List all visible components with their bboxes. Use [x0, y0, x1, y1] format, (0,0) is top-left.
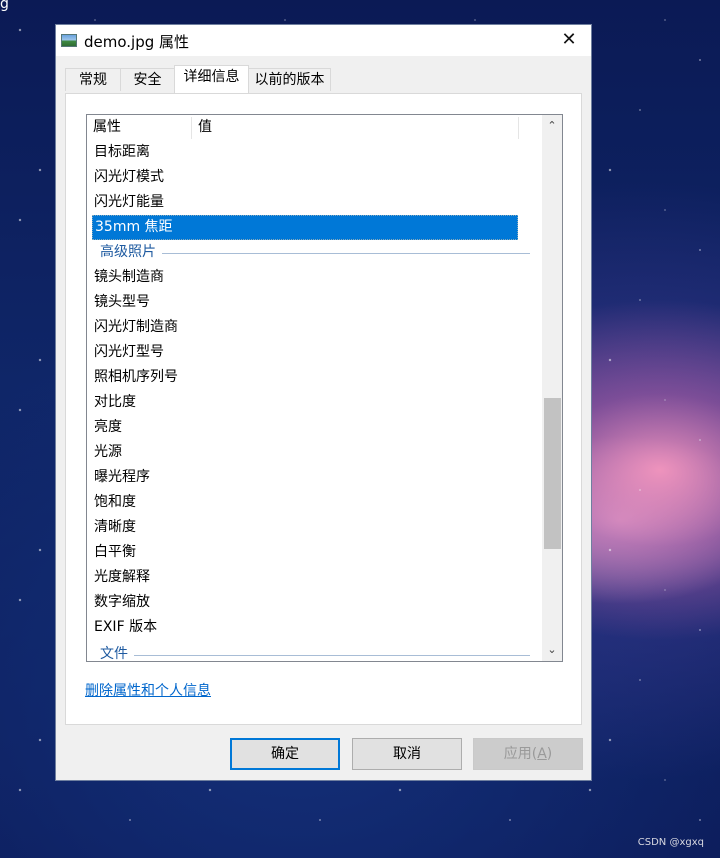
vertical-scrollbar[interactable]: ⌃ ⌄ [542, 115, 562, 661]
list-item[interactable]: 镜头制造商 [87, 265, 520, 290]
list-item[interactable]: 数字缩放 [87, 590, 520, 615]
close-button[interactable]: ✕ [547, 25, 591, 56]
list-rows: 目标距离 闪光灯模式 闪光灯能量 35mm 焦距 高级照片 镜头制造商 镜头型号… [87, 140, 530, 661]
group-header-file: 文件 [87, 642, 530, 661]
list-item[interactable]: 闪光灯模式 [87, 165, 520, 190]
list-item[interactable]: 镜头型号 [87, 290, 520, 315]
apply-access-key: A [537, 746, 547, 762]
details-panel: 属性 值 目标距离 闪光灯模式 闪光灯能量 35mm 焦距 高级照片 镜头制造商… [65, 93, 582, 725]
tab-security[interactable]: 安全 [120, 68, 175, 91]
title-bar[interactable]: demo.jpg 属性 ✕ [56, 25, 591, 56]
tab-details[interactable]: 详细信息 [174, 65, 249, 93]
group-label: 高级照片 [100, 244, 162, 260]
list-item[interactable]: 光度解释 [87, 565, 520, 590]
tab-general[interactable]: 常规 [65, 68, 121, 91]
list-item[interactable]: 光源 [87, 440, 520, 465]
apply-button[interactable]: 应用(A) [473, 738, 583, 770]
property-list[interactable]: 属性 值 目标距离 闪光灯模式 闪光灯能量 35mm 焦距 高级照片 镜头制造商… [86, 114, 563, 662]
list-item[interactable]: 目标距离 [87, 140, 520, 165]
list-header: 属性 值 [87, 115, 520, 140]
list-item[interactable]: 饱和度 [87, 490, 520, 515]
list-item[interactable]: 闪光灯型号 [87, 340, 520, 365]
scrollbar-thumb[interactable] [544, 398, 561, 549]
list-item[interactable]: 闪光灯制造商 [87, 315, 520, 340]
column-divider[interactable] [518, 117, 519, 139]
group-header-advanced-photo: 高级照片 [87, 240, 530, 265]
apply-label-prefix: 应用( [503, 746, 538, 762]
list-item[interactable]: 照相机序列号 [87, 365, 520, 390]
remove-properties-link[interactable]: 删除属性和个人信息 [85, 680, 211, 700]
cancel-button[interactable]: 取消 [352, 738, 462, 770]
watermark: CSDN @xgxq [637, 837, 704, 848]
group-divider [100, 655, 530, 656]
group-label: 文件 [100, 646, 134, 661]
desktop-corner-text: g [0, 0, 9, 12]
tab-previous-versions[interactable]: 以前的版本 [248, 68, 331, 91]
list-item[interactable]: 清晰度 [87, 515, 520, 540]
list-item[interactable]: 闪光灯能量 [87, 190, 520, 215]
column-header-value[interactable]: 值 [192, 115, 518, 140]
scroll-up-icon[interactable]: ⌃ [542, 115, 562, 137]
column-header-property[interactable]: 属性 [87, 115, 191, 140]
list-item[interactable]: 亮度 [87, 415, 520, 440]
list-item-selected[interactable]: 35mm 焦距 [92, 215, 518, 240]
list-item[interactable]: EXIF 版本 [87, 615, 520, 640]
list-item[interactable]: 白平衡 [87, 540, 520, 565]
apply-label-suffix: ) [546, 746, 553, 762]
properties-dialog: demo.jpg 属性 ✕ 常规 安全 详细信息 以前的版本 属性 值 目标距离… [55, 24, 592, 781]
image-file-icon [61, 34, 77, 47]
ok-button[interactable]: 确定 [230, 738, 340, 770]
list-item[interactable]: 对比度 [87, 390, 520, 415]
group-divider [100, 253, 530, 254]
scroll-down-icon[interactable]: ⌄ [542, 639, 562, 661]
window-title: demo.jpg 属性 [84, 33, 190, 51]
list-item[interactable]: 曝光程序 [87, 465, 520, 490]
